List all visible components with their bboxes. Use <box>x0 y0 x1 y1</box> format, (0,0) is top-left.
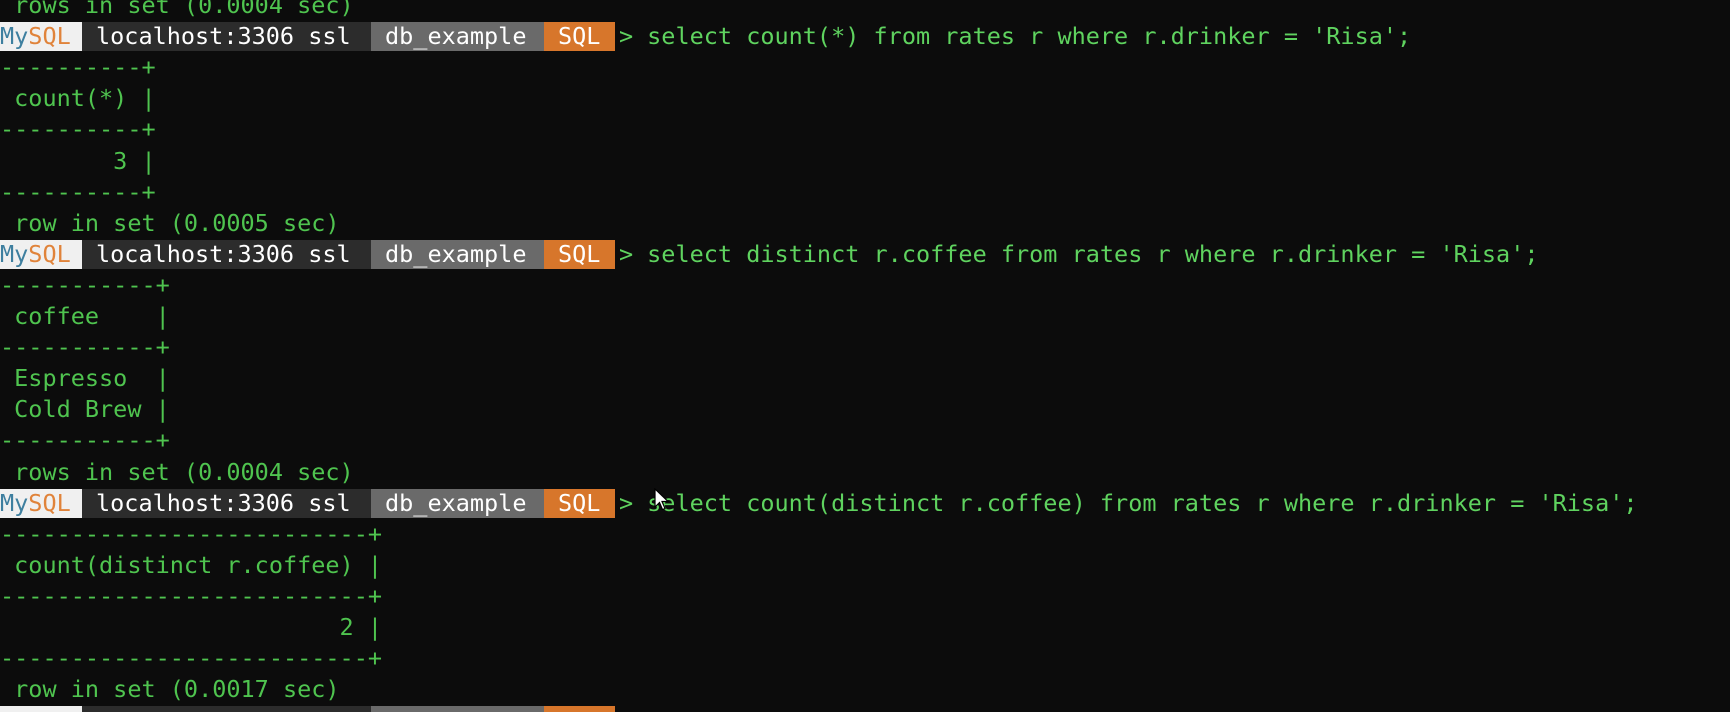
output-line: coffee | <box>0 302 170 330</box>
prompt-database: db_example <box>371 239 544 269</box>
prompt-mode: SQL <box>544 239 615 269</box>
prompt-arrow: > <box>619 22 634 51</box>
prompt-mysql-my: My <box>0 488 29 517</box>
prompt-arrow: > <box>619 488 634 517</box>
prompt-mysql-sql: SQL <box>28 22 71 51</box>
prompt-mode: SQL <box>544 22 615 52</box>
output-line: row in set (0.0005 sec) <box>0 208 340 237</box>
prompt-mode: SQL <box>544 488 615 518</box>
prompt-arrow: > <box>619 239 634 268</box>
prompt-mysql-label: MySQL <box>0 22 82 52</box>
next-prompt-mode-segment <box>544 706 615 712</box>
sql-command[interactable]: select count(distinct r.coffee) from rat… <box>633 489 1637 518</box>
prompt-mysql-sql: SQL <box>28 488 71 517</box>
output-line: -----------+ <box>0 270 170 299</box>
output-line: --------------------------+ <box>0 519 383 548</box>
shell-prompt: MySQL localhost:3306 ssl db_example SQL > sel… <box>0 239 1539 269</box>
output-line: 3 | <box>0 146 156 175</box>
output-line: Cold Brew | <box>0 395 170 424</box>
shell-prompt: MySQL localhost:3306 ssl db_example SQL > sel… <box>0 22 1411 52</box>
shell-prompt: MySQL localhost:3306 ssl db_example SQL > sel… <box>0 488 1638 518</box>
output-line: Espresso | <box>0 364 170 393</box>
prompt-host: localhost:3306 ssl <box>82 22 371 52</box>
output-line: ----------+ <box>0 53 156 82</box>
output-line: --------------------------+ <box>0 644 383 673</box>
next-prompt-strip <box>0 706 615 712</box>
prompt-database: db_example <box>371 22 544 52</box>
output-line: ----------+ <box>0 115 156 144</box>
prompt-host: localhost:3306 ssl <box>82 239 371 269</box>
sql-command[interactable]: select distinct r.coffee from rates r wh… <box>633 240 1538 269</box>
prompt-host: localhost:3306 ssl <box>82 488 371 518</box>
output-line: -----------+ <box>0 333 170 362</box>
prompt-mysql-my: My <box>0 22 29 51</box>
output-line: rows in set (0.0004 sec) <box>0 457 354 486</box>
terminal-window[interactable]: rows in set (0.0004 sec) MySQL localhost:3… <box>0 0 1730 712</box>
sql-command[interactable]: select count(*) from rates r where r.dri… <box>633 22 1411 51</box>
next-prompt-host-segment <box>82 706 371 712</box>
output-line: count(*) | <box>0 84 156 113</box>
output-line: -----------+ <box>0 426 170 455</box>
next-prompt-db-segment <box>371 706 544 712</box>
prompt-database: db_example <box>371 488 544 518</box>
arrow-cursor-icon <box>654 488 670 511</box>
prompt-mysql-my: My <box>0 239 29 268</box>
output-line: 2 | <box>0 613 383 641</box>
output-line: rows in set (0.0004 sec) <box>0 0 354 19</box>
next-prompt-mysql-segment <box>0 706 82 712</box>
output-line: --------------------------+ <box>0 581 383 610</box>
output-line: row in set (0.0017 sec) <box>0 675 340 704</box>
output-line: ----------+ <box>0 177 156 206</box>
prompt-mysql-label: MySQL <box>0 488 82 518</box>
output-line: count(distinct r.coffee) | <box>0 550 383 579</box>
prompt-mysql-label: MySQL <box>0 239 82 269</box>
prompt-mysql-sql: SQL <box>28 239 71 268</box>
